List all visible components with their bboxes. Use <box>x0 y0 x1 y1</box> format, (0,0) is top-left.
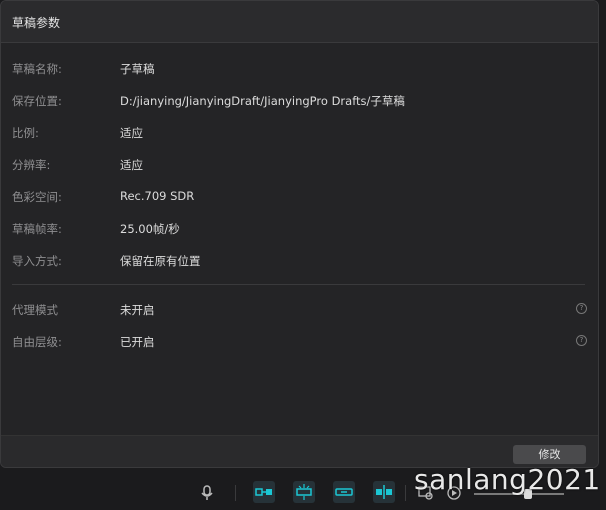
dialog-header: 草稿参数 <box>1 1 598 43</box>
row-draft-name: 草稿名称: 子草稿 <box>1 59 598 79</box>
row-color-space: 色彩空间: Rec.709 SDR <box>1 187 598 207</box>
resolution-label: 分辨率: <box>12 158 51 172</box>
free-layer-value: 已开启 <box>120 335 155 349</box>
free-layer-help-icon[interactable]: ? <box>576 335 587 346</box>
save-location-value: D:/jianying/JianyingDraft/JianyingPro Dr… <box>120 94 405 108</box>
row-free-layer: 自由层级: 已开启 ? <box>1 332 598 352</box>
color-space-label: 色彩空间: <box>12 190 62 204</box>
import-method-label: 导入方式: <box>12 254 62 268</box>
aspect-ratio-label: 比例: <box>12 126 39 140</box>
row-save-location: 保存位置: D:/jianying/JianyingDraft/Jianying… <box>1 91 598 111</box>
auto-snap-icon[interactable] <box>293 481 315 503</box>
dialog-title: 草稿参数 <box>12 16 61 30</box>
aspect-ratio-value: 适应 <box>120 126 143 140</box>
proxy-mode-value: 未开启 <box>120 303 155 317</box>
color-space-value: Rec.709 SDR <box>120 189 195 203</box>
proxy-mode-label: 代理模式 <box>12 303 58 317</box>
draft-name-value: 子草稿 <box>120 62 155 76</box>
import-method-value: 保留在原有位置 <box>120 254 201 268</box>
save-location-label: 保存位置: <box>12 94 62 108</box>
row-frame-rate: 草稿帧率: 25.00帧/秒 <box>1 219 598 239</box>
draft-settings-dialog: 草稿参数 草稿名称: 子草稿 保存位置: D:/jianying/Jianyin… <box>0 0 599 468</box>
free-layer-label: 自由层级: <box>12 335 62 349</box>
row-resolution: 分辨率: 适应 <box>1 155 598 175</box>
draft-name-label: 草稿名称: <box>12 62 62 76</box>
frame-rate-value: 25.00帧/秒 <box>120 222 180 236</box>
split-preview-icon[interactable] <box>373 481 395 503</box>
section-divider <box>12 284 585 285</box>
watermark-text: sanlang2021 <box>414 463 601 496</box>
toolbar-divider <box>235 485 236 501</box>
proxy-mode-help-icon[interactable]: ? <box>576 303 587 314</box>
edit-button[interactable]: 修改 <box>513 445 586 464</box>
toolbar-divider-2 <box>405 485 406 501</box>
link-clip-icon[interactable] <box>253 481 275 503</box>
microphone-icon[interactable] <box>197 483 217 503</box>
resolution-value: 适应 <box>120 158 143 172</box>
link-track-icon[interactable] <box>333 481 355 503</box>
row-proxy-mode: 代理模式 未开启 ? <box>1 300 598 320</box>
row-import-method: 导入方式: 保留在原有位置 <box>1 251 598 271</box>
frame-rate-label: 草稿帧率: <box>12 222 62 236</box>
row-aspect-ratio: 比例: 适应 <box>1 123 598 143</box>
